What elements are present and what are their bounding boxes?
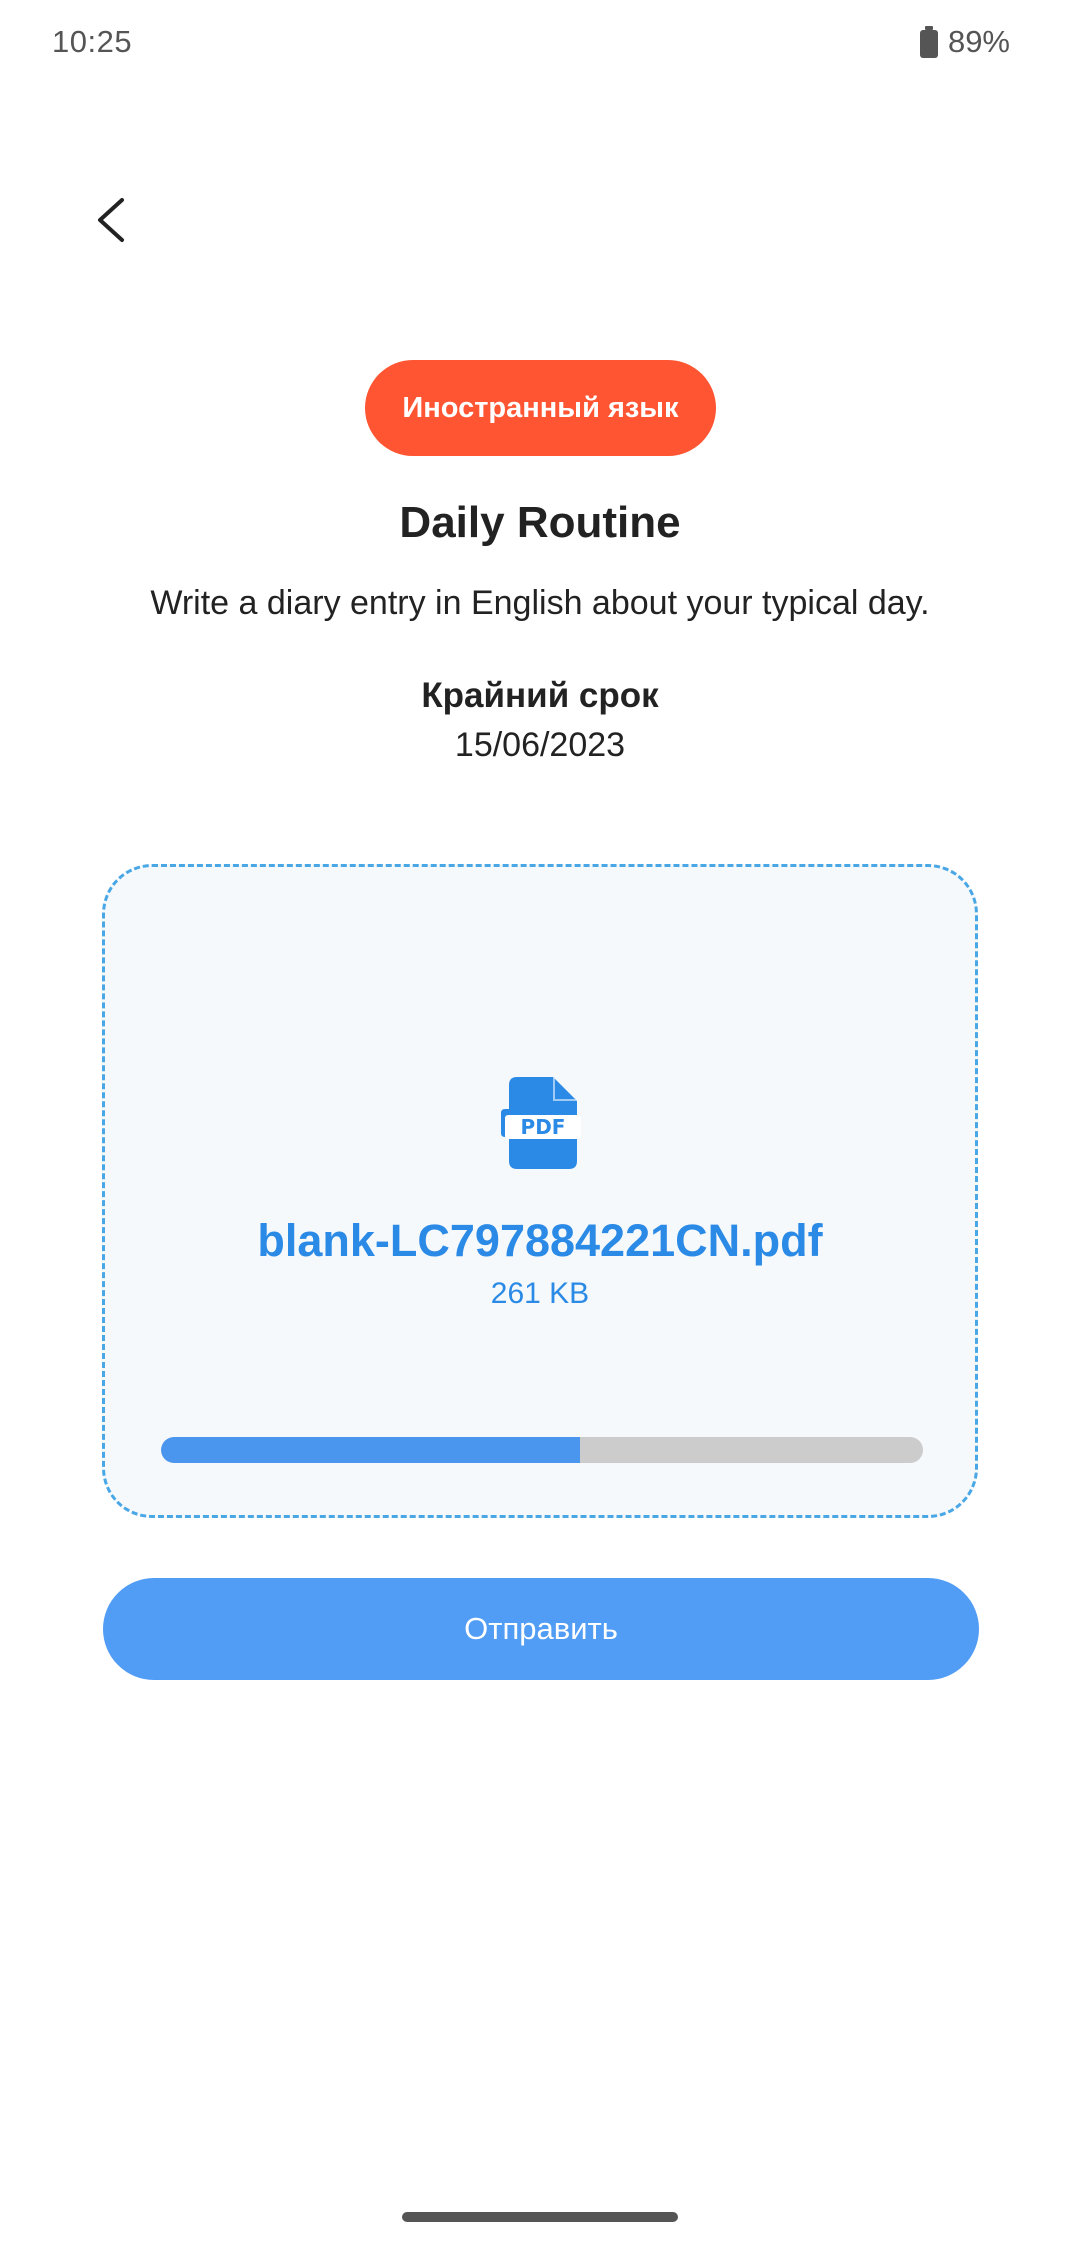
chevron-left-icon — [98, 198, 124, 242]
deadline-date: 15/06/2023 — [454, 726, 626, 764]
file-size: 261 KB — [490, 1277, 590, 1310]
battery-percent: 89% — [947, 24, 1010, 59]
upload-progress-bar — [161, 1437, 923, 1463]
send-button[interactable]: Отправить — [103, 1578, 979, 1680]
assignment-title: Daily Routine — [399, 498, 681, 547]
back-button[interactable] — [80, 180, 150, 260]
status-indicators: 89% — [919, 24, 1010, 60]
home-indicator[interactable] — [402, 2212, 678, 2222]
assignment-description: Write a diary entry in English about you… — [150, 584, 930, 622]
battery-icon — [919, 26, 938, 58]
file-name: blank-LC797884221CN.pdf — [257, 1215, 823, 1266]
pdf-file-icon: PDF — [501, 1077, 581, 1169]
deadline-label: Крайний срок — [421, 676, 659, 715]
upload-card[interactable]: PDF blank-LC797884221CN.pdf 261 KB — [102, 864, 978, 1518]
svg-text:PDF: PDF — [521, 1115, 566, 1139]
upload-progress-fill — [161, 1437, 581, 1463]
status-bar: 10:25 89% — [0, 0, 1080, 90]
subject-chip: Иностранный язык — [365, 360, 716, 456]
status-time: 10:25 — [52, 24, 133, 59]
